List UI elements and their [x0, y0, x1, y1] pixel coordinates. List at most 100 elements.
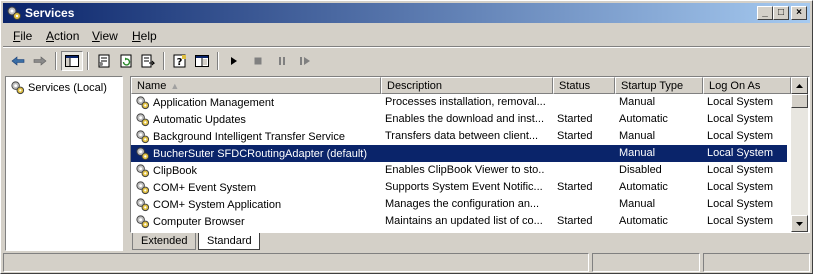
- table-row[interactable]: BucherSuter SFDCRoutingAdapter (default)…: [131, 145, 787, 162]
- scroll-down-button[interactable]: [791, 215, 808, 232]
- service-startup-type: Manual: [619, 147, 656, 159]
- menu-bar: File Action View Help: [3, 25, 810, 45]
- table-row[interactable]: Computer Browser Maintains an updated lis…: [131, 213, 787, 230]
- service-description: Enables ClipBook Viewer to sto...: [385, 164, 545, 176]
- toolbar: ?: [3, 49, 810, 73]
- service-name: Computer Browser: [153, 215, 245, 228]
- service-name-cell: COM+ System Application: [135, 197, 377, 212]
- service-status: Started: [557, 215, 593, 227]
- menu-action-label: ction: [54, 29, 80, 43]
- service-gear-icon: [136, 113, 150, 127]
- column-header-description[interactable]: Description: [381, 77, 553, 94]
- table-row[interactable]: Background Intelligent Transfer Service T…: [131, 128, 787, 145]
- table-row[interactable]: Automatic Updates Enables the download an…: [131, 111, 787, 128]
- window-title: Services: [25, 6, 75, 20]
- minimize-button[interactable]: _: [757, 6, 773, 20]
- status-panel-main: [3, 253, 589, 272]
- service-gear-icon: [136, 198, 150, 212]
- properties-icon[interactable]: [93, 51, 115, 71]
- console-tree-pane[interactable]: Services (Local): [5, 76, 123, 251]
- column-header-startup-type[interactable]: Startup Type: [615, 77, 703, 94]
- service-description: Supports System Event Notific...: [385, 181, 543, 193]
- service-gear-icon: [136, 96, 150, 110]
- services-window: Services _ □ × File Action View Help ? S…: [0, 0, 813, 274]
- start-service-icon[interactable]: [223, 51, 245, 71]
- service-log-on-as: Local System: [707, 215, 774, 227]
- back-arrow-icon[interactable]: [7, 51, 29, 71]
- tab-standard[interactable]: Standard: [198, 233, 260, 250]
- table-row[interactable]: Application Management Processes installa…: [131, 94, 787, 111]
- service-name-cell: COM+ Event System: [135, 180, 377, 195]
- table-row[interactable]: COM+ System Application Manages the confi…: [131, 196, 787, 213]
- service-description: Enables the download and inst...: [385, 113, 545, 125]
- sort-ascending-icon: ▲: [170, 81, 180, 91]
- column-header-status[interactable]: Status: [553, 77, 615, 94]
- tab-extended[interactable]: Extended: [132, 233, 196, 250]
- table-row[interactable]: ClipBook Enables ClipBook Viewer to sto..…: [131, 162, 787, 179]
- service-name: Automatic Updates: [153, 113, 246, 126]
- maximize-button[interactable]: □: [773, 6, 789, 20]
- restart-service-icon[interactable]: [295, 51, 317, 71]
- svg-text:?: ?: [177, 57, 183, 68]
- service-startup-type: Automatic: [619, 113, 668, 125]
- status-panel-3: [703, 253, 810, 272]
- column-header-log-on-as[interactable]: Log On As: [703, 77, 791, 94]
- arrow-up-icon: [796, 83, 803, 88]
- forward-arrow-icon[interactable]: [29, 51, 51, 71]
- show-hide-console-tree-icon[interactable]: [61, 51, 83, 71]
- menu-action-mnemonic: A: [46, 29, 55, 43]
- service-name-cell: Automatic Updates: [135, 112, 377, 127]
- service-gear-icon: [136, 147, 150, 161]
- help-icon[interactable]: ?: [169, 51, 191, 71]
- refresh-icon[interactable]: [115, 51, 137, 71]
- stop-service-icon[interactable]: [247, 51, 269, 71]
- service-name: BucherSuter SFDCRoutingAdapter (default): [153, 147, 367, 160]
- vertical-scrollbar[interactable]: [791, 77, 808, 232]
- service-description: Manages the configuration an...: [385, 198, 540, 210]
- service-log-on-as: Local System: [707, 164, 774, 176]
- service-log-on-as: Local System: [707, 96, 774, 108]
- service-startup-type: Manual: [619, 130, 656, 142]
- tree-item-services-local[interactable]: Services (Local): [10, 80, 107, 95]
- column-header-name-label: Name: [137, 80, 167, 92]
- arrow-down-icon: [796, 221, 803, 226]
- service-startup-type: Manual: [619, 198, 656, 210]
- toolbar-separator: [217, 52, 219, 70]
- close-button[interactable]: ×: [791, 6, 807, 20]
- menu-view[interactable]: View: [92, 29, 118, 43]
- service-name-cell: Background Intelligent Transfer Service: [135, 129, 377, 144]
- service-name: ClipBook: [153, 164, 198, 177]
- service-name: COM+ System Application: [153, 198, 282, 211]
- toolbar-separator: [55, 52, 57, 70]
- export-list-icon[interactable]: [137, 51, 159, 71]
- service-status: Started: [557, 130, 593, 142]
- view-tabs: Extended Standard: [130, 233, 810, 251]
- service-log-on-as: Local System: [707, 113, 774, 125]
- service-startup-type: Manual: [619, 96, 656, 108]
- service-description: Maintains an updated list of co...: [385, 215, 543, 227]
- toolbar-separator: [163, 52, 165, 70]
- pause-service-icon[interactable]: [271, 51, 293, 71]
- menu-help[interactable]: Help: [132, 29, 157, 43]
- service-startup-type: Disabled: [619, 164, 662, 176]
- status-panel-2: [592, 253, 700, 272]
- show-action-pane-icon[interactable]: [191, 51, 213, 71]
- services-gear-icon: [7, 6, 21, 20]
- service-status: Started: [557, 181, 593, 193]
- service-name-cell: Computer Browser: [135, 214, 377, 229]
- title-bar[interactable]: Services _ □ ×: [3, 3, 810, 23]
- service-log-on-as: Local System: [707, 147, 774, 159]
- table-row[interactable]: COM+ Event System Supports System Event N…: [131, 179, 787, 196]
- scroll-thumb[interactable]: [791, 94, 808, 108]
- services-table-body: Application Management Processes installa…: [131, 94, 787, 230]
- menu-separator: [3, 46, 810, 48]
- service-description: Transfers data between client...: [385, 130, 539, 142]
- service-description: Processes installation, removal...: [385, 96, 545, 108]
- service-name-cell: Application Management: [135, 95, 377, 110]
- menu-help-mnemonic: H: [132, 29, 141, 43]
- menu-action[interactable]: Action: [46, 29, 79, 43]
- column-header-name[interactable]: Name ▲: [131, 77, 381, 94]
- tree-item-label: Services (Local): [28, 81, 107, 94]
- menu-file[interactable]: File: [13, 29, 32, 43]
- scroll-up-button[interactable]: [791, 77, 808, 94]
